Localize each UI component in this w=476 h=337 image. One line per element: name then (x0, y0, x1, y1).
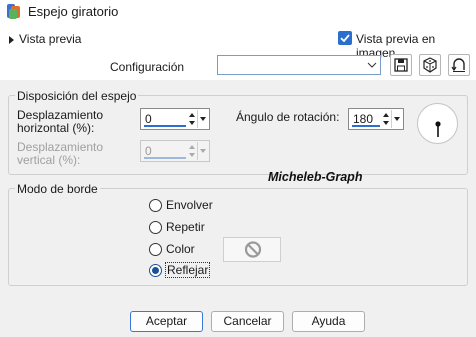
mirror-layout-legend: Disposición del espejo (15, 89, 139, 103)
disabled-icon (244, 241, 262, 258)
config-dropdown[interactable] (217, 55, 381, 75)
rotation-angle-dial[interactable] (417, 103, 458, 144)
spin-arrows-icon[interactable] (187, 110, 197, 128)
vertical-offset-label: Desplazamiento vertical (%): (17, 141, 103, 167)
radio-repeat-label: Repetir (166, 220, 205, 234)
slider-dropdown-icon[interactable] (391, 110, 402, 128)
spin-arrows-icon[interactable] (381, 110, 391, 128)
config-label: Configuración (110, 60, 185, 74)
color-swatch (223, 237, 281, 262)
ok-button[interactable]: Aceptar (130, 311, 203, 332)
horizontal-offset-label: Desplazamiento horizontal (%): (17, 109, 103, 135)
spin-arrows-icon (189, 145, 195, 157)
rotation-angle-slider-bar (352, 125, 380, 127)
radio-circle-icon (149, 243, 162, 256)
randomize-button[interactable] (419, 54, 441, 76)
radio-color-label: Color (166, 242, 195, 256)
preview-toggle-label: Vista previa (19, 32, 82, 46)
radio-mirror-label: Reflejar (165, 262, 211, 278)
chevron-down-icon (367, 62, 377, 68)
vertical-offset-input: 0 (140, 140, 210, 162)
rotation-angle-label: Ángulo de rotación: (236, 110, 340, 124)
rotation-angle-input[interactable]: 180 (348, 108, 404, 130)
vertical-offset-slider-bar (144, 157, 186, 159)
save-icon (394, 58, 408, 72)
preview-toggle[interactable]: Vista previa (9, 32, 81, 46)
image-preview-checkbox[interactable] (338, 31, 352, 45)
horizontal-offset-value: 0 (145, 112, 152, 126)
rotation-angle-value: 180 (353, 112, 374, 126)
radio-wrap-label: Envolver (166, 198, 213, 212)
dial-needle-icon (435, 121, 441, 137)
slider-dropdown-icon (197, 142, 206, 160)
vertical-offset-value: 0 (145, 144, 152, 158)
window-title: Espejo giratorio (28, 4, 119, 19)
dice-icon (423, 57, 437, 73)
reset-button[interactable] (448, 54, 470, 76)
border-mode-legend: Modo de borde (15, 182, 100, 196)
expand-triangle-icon (9, 35, 14, 44)
save-preset-button[interactable] (390, 54, 412, 76)
radio-selected-icon (149, 264, 162, 277)
checkmark-icon (340, 34, 350, 43)
cancel-button[interactable]: Cancelar (211, 311, 284, 332)
radio-circle-icon (149, 221, 162, 234)
horizontal-offset-label-line2: horizontal (%): (17, 121, 95, 135)
horizontal-offset-input[interactable]: 0 (140, 108, 210, 130)
radio-circle-icon (149, 199, 162, 212)
slider-dropdown-icon[interactable] (197, 110, 208, 128)
vertical-offset-label-line2: vertical (%): (17, 153, 81, 167)
reset-icon (451, 58, 465, 72)
app-logo-icon (7, 4, 20, 19)
horizontal-offset-slider-bar (144, 125, 186, 127)
help-button[interactable]: Ayuda (292, 311, 365, 332)
watermark-text: Micheleb-Graph (268, 170, 363, 184)
